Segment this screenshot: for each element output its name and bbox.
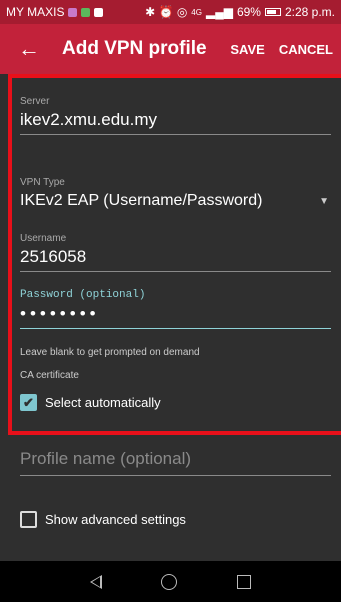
app-bar-actions: SAVE CANCEL xyxy=(230,42,333,57)
vpn-type-field: VPN Type IKEv2 EAP (Username/Password) ▼ xyxy=(20,177,331,214)
network-type: 4G xyxy=(191,7,202,17)
carrier-name: MY MAXIS xyxy=(6,5,65,19)
profile-name-field: Profile name (optional) xyxy=(20,446,331,476)
navigation-bar xyxy=(0,561,341,602)
status-right: ✱ ⏰ ◎ 4G ▂▄▆ 69% 2:28 p.m. xyxy=(145,5,335,19)
nav-back-icon[interactable] xyxy=(89,574,102,589)
notification-icon xyxy=(68,7,78,17)
advanced-row: Show advanced settings xyxy=(20,511,331,528)
save-button[interactable]: SAVE xyxy=(230,42,264,57)
select-automatically-checkbox[interactable]: ✔ Select automatically xyxy=(20,394,331,411)
show-advanced-label: Show advanced settings xyxy=(45,512,186,527)
server-field: Server ikev2.xmu.edu.my xyxy=(20,96,331,135)
username-input[interactable]: 2516058 xyxy=(20,244,331,272)
username-field: Username 2516058 xyxy=(20,233,331,272)
username-label: Username xyxy=(20,233,67,244)
dropdown-arrow-icon: ▼ xyxy=(319,195,329,207)
ca-certificate-label: CA certificate xyxy=(20,370,79,381)
vpn-type-dropdown[interactable]: IKEv2 EAP (Username/Password) ▼ xyxy=(20,188,331,214)
server-label: Server xyxy=(20,96,50,107)
signal-icon: ▂▄▆ xyxy=(205,5,233,19)
ca-certificate-field: CA certificate xyxy=(20,370,331,381)
back-arrow-icon[interactable]: ← xyxy=(18,36,46,62)
password-label: Password (optional) xyxy=(20,289,146,301)
nav-home-icon[interactable] xyxy=(161,573,178,590)
status-bar: MY MAXIS ✱ ⏰ ◎ 4G ▂▄▆ 69% 2:28 p.m. xyxy=(0,0,341,24)
checkbox-checked-icon: ✔ xyxy=(20,394,37,411)
profile-name-input[interactable]: Profile name (optional) xyxy=(20,446,331,476)
page-title: Add VPN profile xyxy=(62,38,207,59)
password-hint-text: Leave blank to get prompted on demand xyxy=(20,347,200,358)
battery-percent: 69% xyxy=(236,5,261,19)
nav-recents-icon[interactable] xyxy=(237,574,252,589)
ca-auto-row: ✔ Select automatically xyxy=(20,394,331,411)
clock: 2:28 p.m. xyxy=(284,5,335,19)
password-input[interactable]: •••••••• xyxy=(20,301,331,329)
battery-icon xyxy=(264,8,281,16)
vpn-type-value: IKEv2 EAP (Username/Password) xyxy=(20,192,263,209)
password-hint: Leave blank to get prompted on demand xyxy=(20,347,331,358)
notification-icon xyxy=(94,7,104,17)
notification-icon xyxy=(81,7,91,17)
server-input[interactable]: ikev2.xmu.edu.my xyxy=(20,107,331,135)
form-content: Server ikev2.xmu.edu.my VPN Type IKEv2 E… xyxy=(0,74,341,561)
select-automatically-label: Select automatically xyxy=(45,395,161,410)
app-bar: ← Add VPN profile SAVE CANCEL xyxy=(0,24,341,74)
carrier-group: MY MAXIS xyxy=(6,5,104,19)
show-advanced-checkbox[interactable]: Show advanced settings xyxy=(20,511,331,528)
password-field: Password (optional) •••••••• xyxy=(20,289,331,329)
vpn-type-label: VPN Type xyxy=(20,177,65,188)
system-icons: ✱ ⏰ ◎ xyxy=(145,5,188,19)
checkbox-empty-icon xyxy=(20,511,37,528)
cancel-button[interactable]: CANCEL xyxy=(279,42,333,57)
